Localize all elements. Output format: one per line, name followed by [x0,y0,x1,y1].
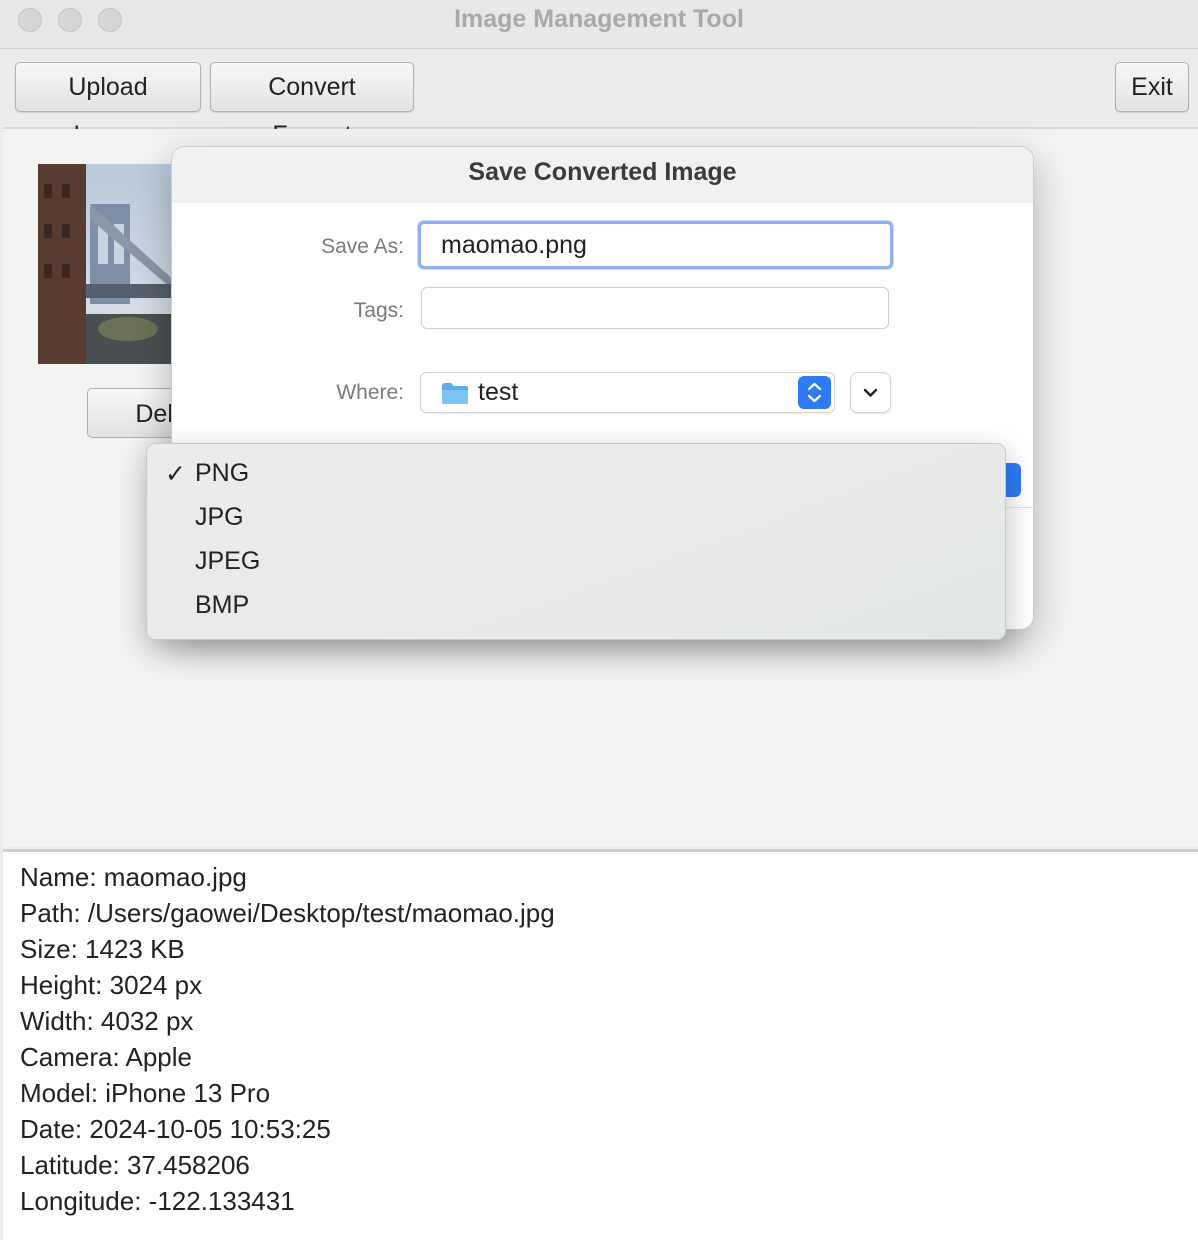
menu-item-label: JPEG [195,547,261,575]
menu-item-jpeg[interactable]: JPEG [147,542,1005,586]
upload-image-button[interactable]: Upload Image [15,62,201,149]
menu-item-png[interactable]: ✓ PNG [147,454,1005,498]
where-popup[interactable]: test [420,372,835,413]
menu-item-bmp[interactable]: BMP [147,586,1005,630]
info-date: Date: 2024-10-05 10:53:25 [20,1114,331,1144]
menu-item-label: PNG [195,459,250,487]
dialog-header: Save Converted Image [172,147,1033,203]
info-height: Height: 3024 px [20,970,203,1000]
save-as-input[interactable] [418,221,893,269]
info-width: Width: 4032 px [20,1006,194,1036]
toolbar: Upload Image Convert Format Exit [3,49,1198,149]
tags-input[interactable] [421,287,889,329]
save-as-label: Save As: [321,235,404,258]
title-bar: Image Management Tool [0,0,1198,49]
info-name: Name: maomao.jpg [20,862,247,892]
info-camera: Camera: Apple [20,1042,192,1072]
tags-label: Tags: [353,299,404,322]
menu-item-label: JPG [195,503,244,531]
info-path: Path: /Users/gaowei/Desktop/test/maomao.… [20,898,555,928]
where-stepper[interactable] [798,376,831,409]
where-label: Where: [336,381,404,404]
dialog-title: Save Converted Image [468,158,737,186]
folder-icon [442,383,468,404]
info-model: Model: iPhone 13 Pro [20,1078,271,1108]
where-value: test [478,378,519,406]
chevron-down-icon [863,388,878,397]
expand-dialog-button[interactable] [850,372,891,413]
exit-button[interactable]: Exit [1115,62,1189,112]
up-down-chevron-icon [807,382,822,403]
info-latitude: Latitude: 37.458206 [20,1150,250,1180]
info-longitude: Longitude: -122.133431 [20,1186,295,1216]
window-title: Image Management Tool [454,5,744,33]
image-info-panel: Name: maomao.jpg Path: /Users/gaowei/Des… [3,849,1198,1240]
format-menu: ✓ PNG JPG JPEG BMP [146,443,1006,640]
checkmark-icon: ✓ [165,460,186,488]
menu-item-jpg[interactable]: JPG [147,498,1005,542]
convert-format-button[interactable]: Convert Format [210,62,414,149]
menu-item-label: BMP [195,591,250,619]
info-size: Size: 1423 KB [20,934,185,964]
